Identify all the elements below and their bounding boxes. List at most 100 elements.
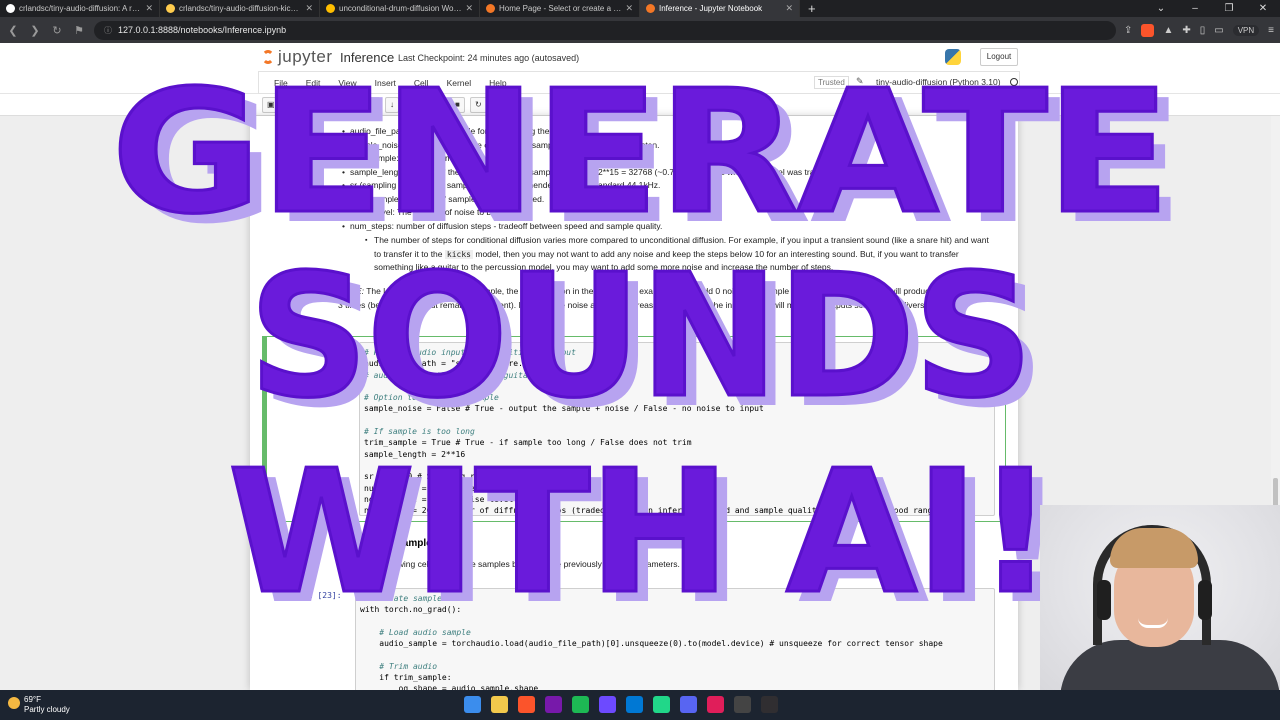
proton-vpn-icon[interactable] [599, 696, 616, 713]
parameter-bullet: noise_level: The amount of noise to be a… [342, 206, 524, 219]
code-line: sample_noise = False # True - output the… [364, 404, 764, 414]
generate-code[interactable]: # Generate samples with torch.no_grad(): … [355, 588, 995, 690]
slack-icon[interactable] [707, 696, 724, 713]
menu-icon[interactable]: ≡ [1268, 25, 1274, 36]
window-controls: ⌄ – ❐ ✕ [1144, 0, 1280, 17]
copy-icon[interactable]: ⧉ [324, 97, 340, 113]
tab-label: unconditional-drum-diffusion Worksp [339, 4, 462, 13]
code-line: # If sample is too long [364, 427, 475, 437]
windows-start-icon[interactable] [464, 696, 481, 713]
menu-file[interactable]: File [265, 78, 297, 88]
extensions-icon[interactable]: ✚ [1182, 25, 1190, 36]
huggingface-icon [166, 4, 175, 13]
code-line: num_steps = 20 # Number of diffusion ste… [364, 506, 942, 516]
stop-icon[interactable]: ■ [450, 97, 465, 113]
browser-tab[interactable]: crlandsc/tiny-audio-diffusion: A repo ✕ [0, 0, 160, 17]
address-bar: ❮ ❯ ↻ ⚑ ⓘ 127.0.0.1:8888/notebooks/Infer… [0, 17, 1280, 43]
browser-tab[interactable]: crlandsc/tiny-audio-diffusion-kicks at ✕ [160, 0, 320, 17]
python-icon [945, 49, 961, 65]
browser-tab[interactable]: Home Page - Select or create a noteb ✕ [480, 0, 640, 17]
vscode-icon[interactable] [626, 696, 643, 713]
new-tab-button[interactable]: + [800, 0, 824, 17]
note-label: NOTE: [338, 286, 364, 296]
kernel-name[interactable]: tiny-audio-diffusion (Python 3.10) [876, 77, 1001, 87]
code-line: # Option to noise the sample [364, 393, 499, 403]
move-down-icon[interactable]: ↓ [385, 97, 399, 113]
back-icon[interactable]: ❮ [6, 24, 20, 37]
menu-view[interactable]: View [329, 78, 365, 88]
brave-browser-icon[interactable] [518, 696, 535, 713]
close-tab-icon[interactable]: ✕ [305, 3, 313, 14]
menu-edit[interactable]: Edit [297, 78, 330, 88]
generate-cell[interactable]: In [23]: # Generate samples with torch.no… [262, 582, 1006, 690]
paste-icon[interactable]: ▤ [344, 97, 362, 113]
menu-insert[interactable]: Insert [366, 78, 405, 88]
parameter-bullet: trim_sample: Option to trim sample. [342, 152, 484, 165]
restart-icon[interactable]: ↻ [470, 97, 487, 113]
bookmark-icon[interactable]: ⚑ [72, 24, 86, 37]
run-cell-icon[interactable]: ▶ [343, 344, 350, 355]
site-info-icon[interactable]: ⓘ [104, 25, 112, 36]
weather-widget[interactable]: 69°F Partly cloudy [8, 695, 70, 715]
restart-run-icon[interactable]: ⏩ [490, 97, 510, 113]
jupyter-orb-icon [262, 50, 274, 64]
parameters-cell[interactable]: In [ ]: ▶ # Path to audio input for cond… [262, 336, 1006, 522]
jupyter-logo[interactable]: jupyter [262, 47, 333, 67]
tab-search-icon[interactable]: ⌄ [1144, 0, 1178, 17]
kicks-code: kicks [444, 249, 473, 259]
wallet-icon[interactable]: ▭ [1214, 25, 1223, 36]
trusted-badge[interactable]: Trusted [814, 76, 849, 89]
discord-icon[interactable] [680, 696, 697, 713]
tab-label: Home Page - Select or create a noteb [499, 4, 622, 13]
reload-icon[interactable]: ↻ [50, 24, 64, 37]
left-earcup [1097, 580, 1111, 620]
noise-note: NOTE: The less noise is added to a sampl… [338, 285, 998, 312]
close-tab-icon[interactable]: ✕ [465, 3, 473, 14]
move-up-icon[interactable]: ↑ [366, 97, 380, 113]
notebook-name[interactable]: Inference [340, 50, 394, 65]
edit-mode-icon: ✎ [856, 76, 864, 86]
rewards-icon[interactable]: ▲ [1163, 25, 1173, 36]
insert-cell-icon[interactable]: + [283, 97, 298, 113]
close-tab-icon[interactable]: ✕ [145, 3, 153, 14]
minimize-icon[interactable]: – [1178, 0, 1212, 17]
tab-label: Inference - Jupyter Notebook [659, 4, 763, 13]
menubar: File Edit View Insert Cell Kernel Help Trusted… [0, 71, 1280, 94]
spotify-icon[interactable] [572, 696, 589, 713]
obs-icon[interactable] [761, 696, 778, 713]
save-icon[interactable]: ▣ [262, 97, 280, 113]
menu-kernel[interactable]: Kernel [438, 78, 481, 88]
parameters-code[interactable]: # Path to audio input for conditional ou… [359, 342, 995, 516]
file-explorer-icon[interactable] [491, 696, 508, 713]
url-field[interactable]: ⓘ 127.0.0.1:8888/notebooks/Inference.ipy… [94, 20, 1117, 40]
code-line: sr = 44100 # Sampling rate [364, 472, 490, 482]
close-window-icon[interactable]: ✕ [1246, 0, 1280, 17]
parameter-bullet: num_samples: number of samples to be gen… [342, 193, 544, 206]
pycharm-icon[interactable] [653, 696, 670, 713]
close-tab-icon[interactable]: ✕ [785, 3, 793, 14]
sidebar-icon[interactable]: ▯ [1200, 25, 1206, 36]
logout-button[interactable]: Logout [980, 48, 1018, 66]
browser-tab[interactable]: unconditional-drum-diffusion Worksp ✕ [320, 0, 480, 17]
parameter-bullet: sr (sampling rate): output sampling rate… [342, 179, 660, 192]
vpn-button[interactable]: VPN [1232, 24, 1260, 36]
terminal-icon[interactable] [734, 696, 751, 713]
menu-cell[interactable]: Cell [405, 78, 438, 88]
share-icon[interactable]: ⇪ [1124, 25, 1132, 36]
forward-icon[interactable]: ❯ [28, 24, 42, 37]
close-tab-icon[interactable]: ✕ [625, 3, 633, 14]
menu-help[interactable]: Help [480, 78, 515, 88]
tab-label: crlandsc/tiny-audio-diffusion: A repo [19, 4, 142, 13]
onenote-icon[interactable] [545, 696, 562, 713]
maximize-icon[interactable]: ❐ [1212, 0, 1246, 17]
cut-icon[interactable]: ✂ [304, 97, 321, 113]
windows-taskbar: 69°F Partly cloudy [0, 690, 1280, 720]
code-line: audio_file_path = "samples/snare.wav" [364, 359, 543, 369]
run-label: Run [421, 100, 437, 109]
browser-tab[interactable]: Inference - Jupyter Notebook ✕ [640, 0, 800, 17]
run-button[interactable]: ▶ Run [408, 97, 442, 113]
code-line: sample_length = 2**16 [364, 449, 466, 459]
partly-cloudy-icon [8, 697, 20, 709]
brave-shields-icon[interactable] [1141, 23, 1155, 37]
